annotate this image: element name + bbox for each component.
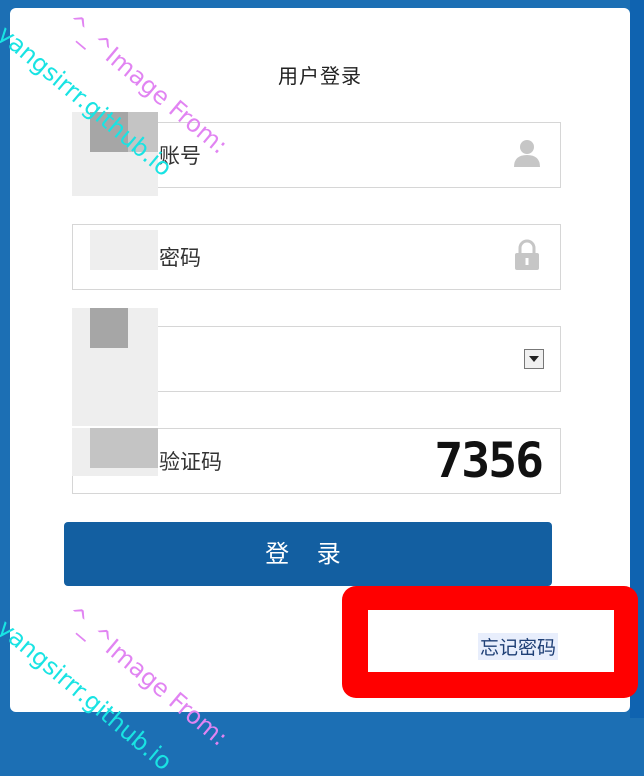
dropdown-arrow-icon[interactable]	[524, 349, 544, 369]
login-button[interactable]: 登 录	[64, 522, 552, 586]
page-title: 用户登录	[278, 64, 362, 88]
captcha-label: 验证码	[159, 450, 222, 474]
redacted-block	[90, 230, 158, 270]
forgot-password-link[interactable]: 忘记密码	[478, 633, 559, 660]
redacted-block	[128, 112, 158, 152]
account-label: 账号	[159, 144, 201, 168]
captcha-image[interactable]: 7356	[434, 433, 544, 489]
lock-icon	[512, 239, 542, 275]
password-label: 密码	[159, 246, 201, 270]
user-icon	[512, 138, 542, 172]
redacted-block	[90, 428, 158, 468]
redacted-block	[90, 308, 128, 348]
redacted-block	[90, 112, 128, 152]
